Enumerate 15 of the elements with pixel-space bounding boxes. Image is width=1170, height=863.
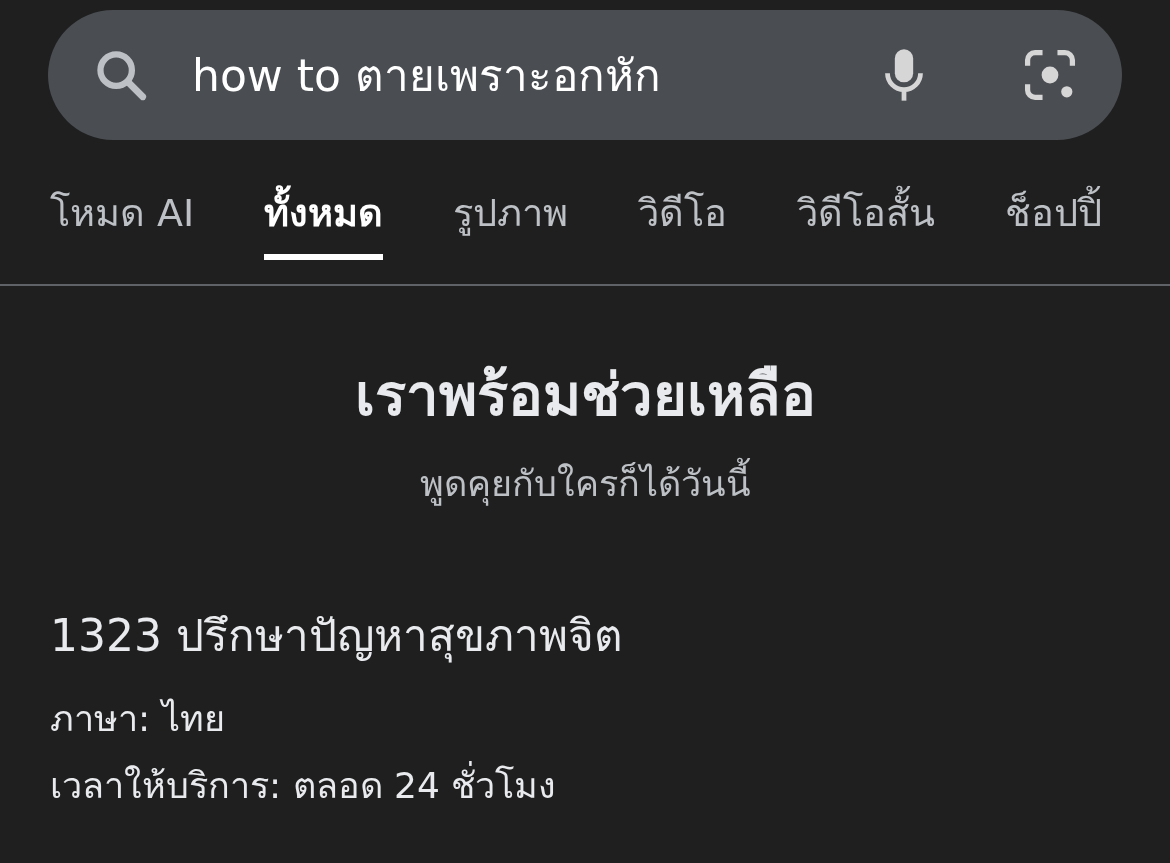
search-bar[interactable]: how to ตายเพราะอกหัก — [48, 10, 1122, 140]
hotline-title: 1323 ปรึกษาปัญหาสุขภาพจิต — [50, 609, 623, 665]
camera-icon[interactable] — [1022, 47, 1078, 103]
tab[interactable]: ช็อปปิ้ — [1005, 140, 1103, 260]
tab[interactable]: วิดีโอ — [638, 140, 728, 260]
microphone-icon[interactable] — [882, 47, 926, 103]
help-subtitle: พูดคุยกับใครก็ได้วันนี้ — [419, 455, 751, 512]
hotline-detail: ภาษา: ไทย — [50, 697, 225, 741]
tab[interactable]: โหมด AI — [50, 140, 195, 260]
help-heading: เราพร้อมช่วยเหลือ — [354, 360, 816, 431]
tab[interactable]: ทั้งหมด — [264, 140, 384, 260]
search-field[interactable]: how to ตายเพราะอกหัก — [192, 49, 882, 101]
tab[interactable]: รูปภาพ — [453, 140, 569, 260]
tab[interactable]: วิดีโอสั้น — [797, 140, 936, 260]
hotline-detail: เวลาให้บริการ: ตลอด 24 ชั่วโมง — [50, 757, 557, 814]
